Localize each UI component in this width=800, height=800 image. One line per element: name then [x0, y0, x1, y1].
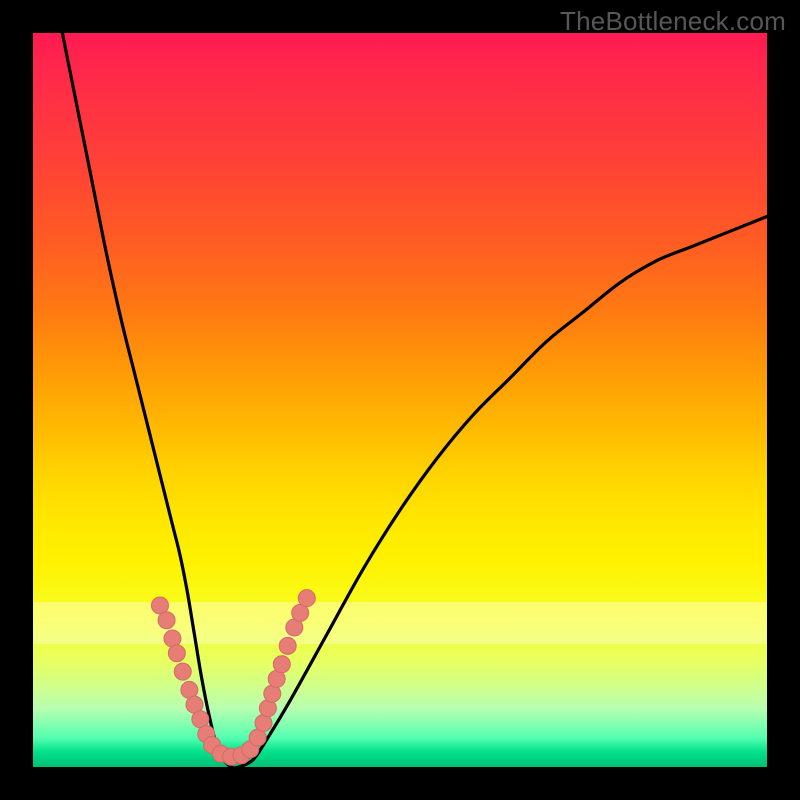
marker-dot — [279, 637, 296, 654]
marker-dot — [273, 656, 290, 673]
plot-area — [33, 33, 767, 767]
bottleneck-curve — [62, 33, 767, 767]
marker-dot — [174, 663, 191, 680]
marker-dot — [168, 645, 185, 662]
figure-frame: TheBottleneck.com — [0, 0, 800, 800]
curve-layer — [33, 33, 767, 767]
marker-group — [151, 590, 315, 766]
watermark-text: TheBottleneck.com — [560, 6, 786, 37]
marker-dot — [158, 612, 175, 629]
marker-dot — [298, 590, 315, 607]
